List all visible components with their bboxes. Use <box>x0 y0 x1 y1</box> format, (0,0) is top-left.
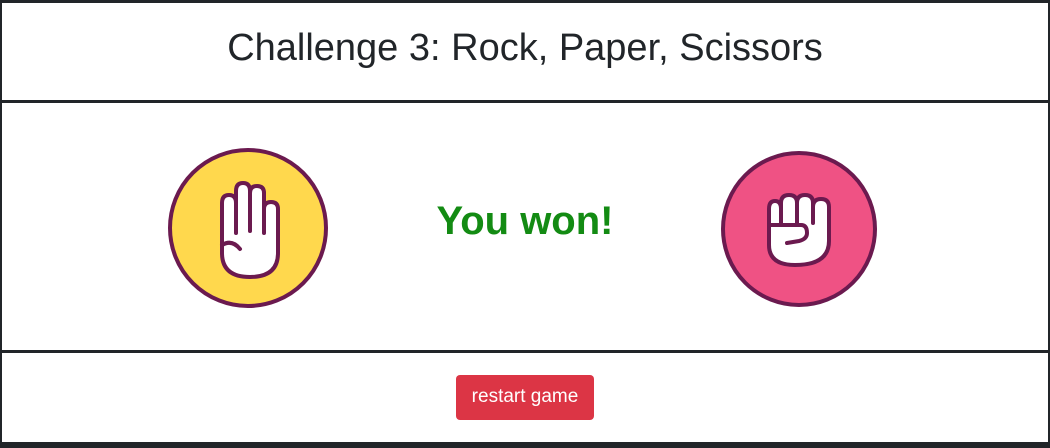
game-section: You won! <box>2 103 1048 353</box>
player-choice-paper[interactable] <box>168 148 328 308</box>
result-message: You won! <box>436 199 614 243</box>
paper-hand-icon <box>220 181 280 279</box>
rock-fist-icon <box>767 193 831 267</box>
bot-choice-rock <box>721 151 877 307</box>
page-title: Challenge 3: Rock, Paper, Scissors <box>227 27 823 69</box>
app-frame: Challenge 3: Rock, Paper, Scissors You w… <box>0 0 1050 448</box>
action-section: restart game <box>2 353 1048 445</box>
title-section: Challenge 3: Rock, Paper, Scissors <box>2 3 1048 103</box>
restart-game-button[interactable]: restart game <box>455 374 595 420</box>
